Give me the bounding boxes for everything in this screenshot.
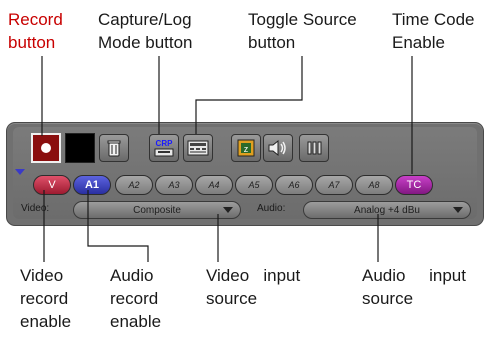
toggle-source-leader bbox=[195, 56, 303, 134]
leader-lines bbox=[41, 56, 413, 262]
audio-record-leader bbox=[87, 190, 149, 262]
